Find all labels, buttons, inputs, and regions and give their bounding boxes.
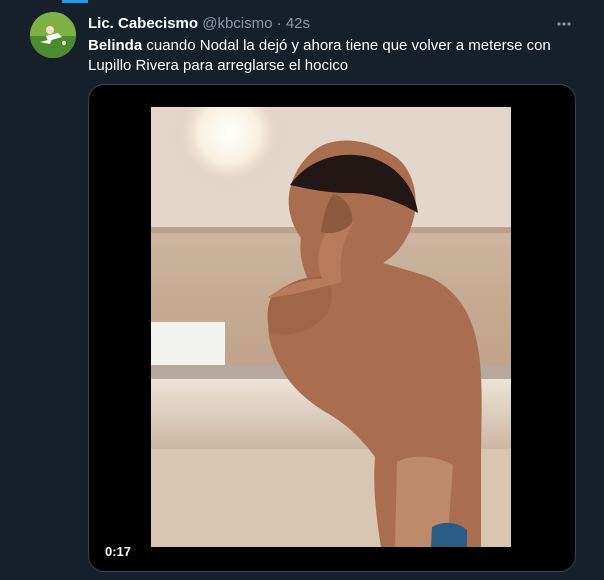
display-name[interactable]: Lic. Cabecismo bbox=[88, 15, 198, 32]
separator-dot: · bbox=[276, 15, 282, 32]
tweet[interactable]: Lic. Cabecismo @kbcismo · 42s Belinda cu… bbox=[0, 0, 604, 580]
user-handle[interactable]: @kbcismo bbox=[202, 15, 272, 32]
tweet-header: Lic. Cabecismo @kbcismo · 42s bbox=[88, 14, 584, 34]
tweet-body-text: cuando Nodal la dejó y ahora tiene que v… bbox=[88, 37, 551, 74]
more-button[interactable] bbox=[552, 12, 576, 36]
video-frame[interactable] bbox=[151, 107, 511, 547]
tweet-text: Belinda cuando Nodal la dejó y ahora tie… bbox=[88, 36, 588, 76]
video-duration: 0:17 bbox=[99, 542, 138, 561]
mention-text: Belinda bbox=[88, 37, 143, 54]
avatar[interactable] bbox=[30, 12, 76, 58]
more-horizontal-icon bbox=[557, 22, 571, 26]
avatar-image bbox=[30, 12, 76, 58]
timestamp[interactable]: 42s bbox=[286, 15, 310, 32]
video-player[interactable]: 0:17 bbox=[88, 84, 576, 572]
